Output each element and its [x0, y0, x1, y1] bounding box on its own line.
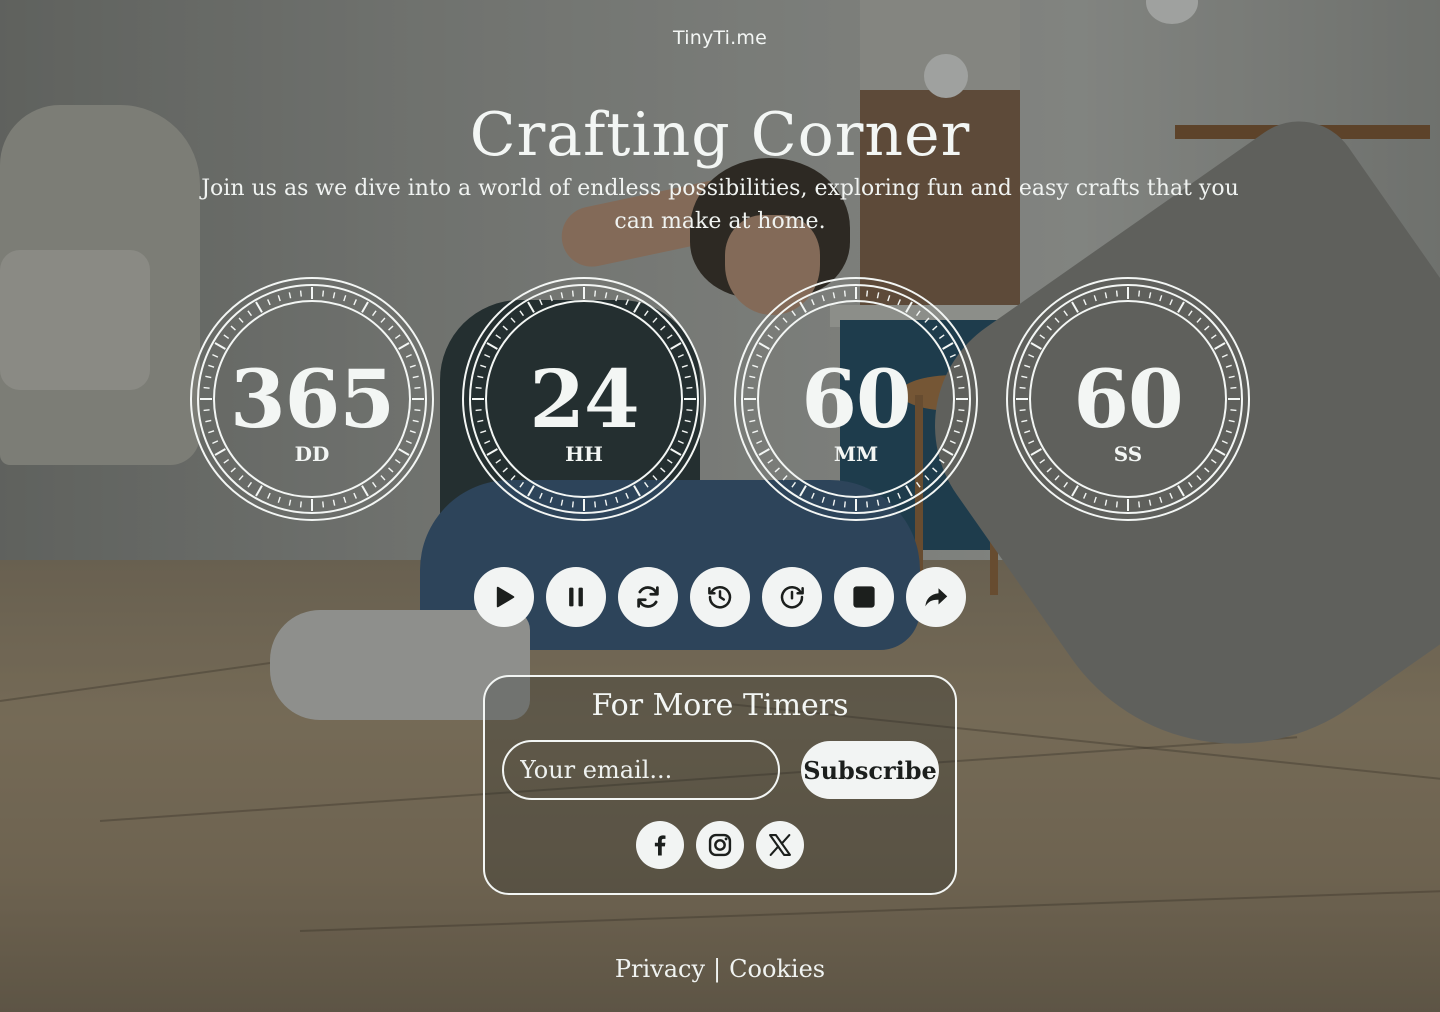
stop-icon: [853, 586, 875, 608]
email-input[interactable]: [502, 740, 780, 800]
timer-minutes: 60 MM: [733, 276, 979, 522]
brand-logo[interactable]: TinyTi.me: [0, 27, 1440, 49]
timer-seconds: 60 SS: [1005, 276, 1251, 522]
instagram-icon: [708, 833, 732, 857]
instagram-link[interactable]: [696, 821, 744, 869]
timer-days-label: DD: [294, 442, 330, 466]
timer-seconds-value: 60: [1073, 352, 1183, 446]
page-subtitle: Join us as we dive into a world of endle…: [201, 176, 1239, 234]
timer-hours: 24 HH: [461, 276, 707, 522]
subscribe-button[interactable]: Subscribe: [801, 741, 939, 799]
play-icon: [496, 586, 515, 608]
timer-days-value: 365: [230, 352, 395, 446]
restart-button[interactable]: [762, 567, 822, 627]
history-icon: [708, 586, 732, 609]
restart-icon: [780, 586, 804, 609]
subscribe-title: For More Timers: [591, 688, 849, 723]
share-icon: [925, 588, 948, 607]
history-button[interactable]: [690, 567, 750, 627]
footer: Privacy | Cookies: [0, 955, 1440, 983]
stop-button[interactable]: [834, 567, 894, 627]
timer-hours-label: HH: [565, 442, 603, 466]
timer-hours-value: 24: [529, 352, 639, 446]
timer-minutes-value: 60: [801, 352, 911, 446]
timer-days: 365 DD: [189, 276, 435, 522]
timer-seconds-label: SS: [1113, 442, 1143, 466]
cookies-link[interactable]: Cookies: [729, 955, 825, 983]
subscribe-panel: For More Timers Subscribe: [483, 675, 957, 895]
facebook-icon: [654, 835, 666, 856]
page-title: Crafting Corner: [469, 100, 971, 170]
facebook-link[interactable]: [636, 821, 684, 869]
pause-button[interactable]: [546, 567, 606, 627]
timer-minutes-label: MM: [833, 442, 879, 466]
play-button[interactable]: [474, 567, 534, 627]
refresh-icon: [637, 586, 659, 608]
timer-controls: [474, 567, 966, 627]
x-link[interactable]: [756, 821, 804, 869]
x-icon: [769, 834, 791, 856]
share-button[interactable]: [906, 567, 966, 627]
refresh-button[interactable]: [618, 567, 678, 627]
footer-separator: |: [713, 955, 722, 983]
pause-icon: [569, 587, 583, 607]
privacy-link[interactable]: Privacy: [615, 955, 705, 983]
